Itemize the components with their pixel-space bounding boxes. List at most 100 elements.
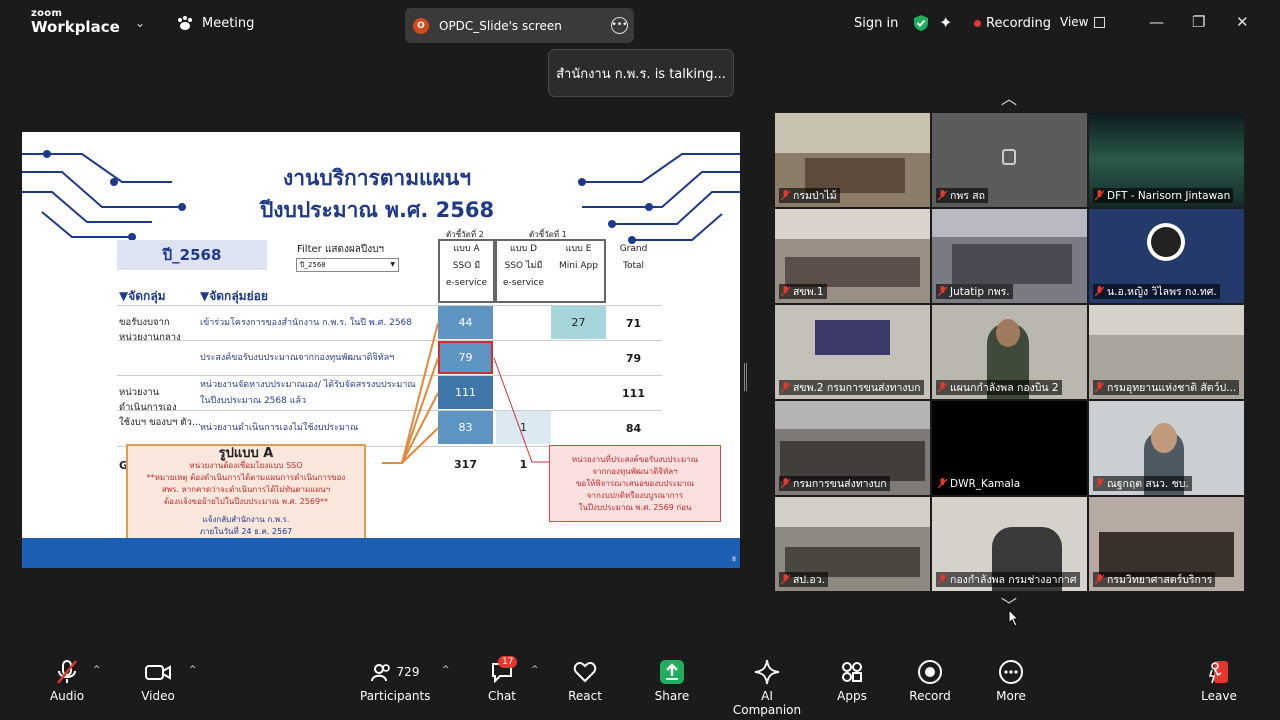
- participant-tile[interactable]: กรมป่าไม้: [775, 113, 930, 207]
- participant-name: น.อ.หญิง วิไลพร กง.ทศ.: [1107, 286, 1217, 298]
- participant-name-tag: แผนกกำลังพล กองบิน 2: [936, 380, 1062, 395]
- participant-name: สขพ.1: [793, 286, 824, 298]
- top-bar: zoom Workplace ⌄ Meeting O OPDC_Slide's …: [0, 0, 1280, 50]
- mic-muted-icon: [780, 190, 791, 201]
- apps-label: Apps: [837, 689, 867, 703]
- participant-tile[interactable]: สป.อว.: [775, 497, 930, 591]
- ai-sparkle-icon[interactable]: ✦: [939, 13, 952, 32]
- shared-screen-label: OPDC_Slide's screen: [439, 18, 562, 33]
- participant-name-tag: สขพ.1: [779, 284, 827, 299]
- mic-muted-icon: [1094, 478, 1105, 489]
- ai-companion-button[interactable]: AI Companion: [726, 658, 808, 717]
- more-button[interactable]: More: [991, 658, 1031, 703]
- mouse-cursor-icon: [1008, 609, 1020, 627]
- participant-name-tag: สป.อว.: [779, 572, 828, 587]
- meeting-button[interactable]: Meeting: [176, 15, 254, 31]
- participant-tile[interactable]: กองกำลังพล กรมช่างอากาศ: [932, 497, 1087, 591]
- more-label: More: [996, 689, 1026, 703]
- participant-tile[interactable]: Jutatip กพร.: [932, 209, 1087, 303]
- paw-icon: [178, 16, 192, 30]
- participant-tile[interactable]: กรมอุทยานแห่งชาติ สัตว์ป...: [1089, 305, 1244, 399]
- participant-tile[interactable]: แผนกกำลังพล กองบิน 2: [932, 305, 1087, 399]
- participants-icon: 729: [360, 658, 430, 686]
- apps-icon: [832, 658, 872, 686]
- mic-muted-icon: [1094, 382, 1105, 393]
- record-button[interactable]: Record: [908, 658, 952, 703]
- participant-tile[interactable]: น.อ.หญิง วิไลพร กง.ทศ.: [1089, 209, 1244, 303]
- share-button[interactable]: Share: [652, 658, 692, 703]
- participant-name: สป.อว.: [793, 574, 825, 586]
- mic-muted-icon: [780, 574, 791, 585]
- apps-button[interactable]: Apps: [832, 658, 872, 703]
- participant-name: กองกำลังพล กรมช่างอากาศ: [950, 574, 1077, 586]
- react-label: React: [568, 689, 602, 703]
- participant-tile[interactable]: กพร สถ: [932, 113, 1087, 207]
- participants-options-caret-icon[interactable]: ^: [442, 665, 450, 675]
- callout-a-title: รูปแบบ A: [218, 446, 274, 461]
- mic-muted-icon: [937, 286, 948, 297]
- participant-name: กรมการขนส่งทางบก: [793, 478, 887, 490]
- participant-name-tag: Jutatip กพร.: [936, 284, 1013, 299]
- mic-muted-icon: [46, 658, 88, 686]
- meeting-controls: Audio ^ Video ^ 729 Participants ^ 17 Ch…: [0, 648, 1280, 720]
- participant-name: แผนกกำลังพล กองบิน 2: [950, 382, 1059, 394]
- callout-b-line: ในปีงบประมาณ พ.ศ. 2569 ก่อน: [578, 503, 692, 512]
- callout-a-line: **หมายเหตุ ต้องดำเนินการได้ตามแผนการดำเน…: [146, 473, 346, 482]
- split-resize-handle[interactable]: [744, 363, 747, 391]
- mic-muted-icon: [937, 574, 948, 585]
- powerpoint-icon: O: [413, 17, 429, 34]
- close-icon[interactable]: ✕: [1236, 13, 1249, 31]
- participant-name-tag: DWR_Kamala: [936, 476, 1023, 491]
- chat-label: Chat: [487, 689, 517, 703]
- gallery-up-chevron-icon[interactable]: ︿: [1001, 85, 1017, 109]
- more-options-icon[interactable]: •••: [611, 17, 628, 34]
- avatar-placeholder-icon: [1002, 149, 1016, 165]
- participant-name: ณฐกฤต สนว. ชบ.: [1107, 478, 1189, 490]
- chat-button[interactable]: 17 Chat: [484, 656, 520, 703]
- recording-indicator[interactable]: Recording: [974, 16, 1051, 31]
- video-options-caret-icon[interactable]: ^: [189, 665, 197, 675]
- participants-label: Participants: [360, 689, 431, 703]
- audio-options-caret-icon[interactable]: ^: [93, 665, 101, 675]
- audio-label: Audio: [49, 689, 85, 703]
- shield-check-icon[interactable]: [913, 14, 929, 32]
- participant-name: กพร สถ: [950, 190, 986, 202]
- react-button[interactable]: React: [565, 658, 605, 703]
- participants-button[interactable]: 729 Participants: [360, 658, 431, 703]
- grid-view-icon: [1094, 16, 1106, 28]
- participant-name: Jutatip กพร.: [950, 286, 1010, 298]
- participant-tile[interactable]: กรมการขนส่งทางบก: [775, 401, 930, 495]
- callout-b-line: จากกองทุนพัฒนาดิจิทัลฯ: [592, 467, 678, 476]
- participant-name: DFT - Narisorn Jintawan: [1107, 189, 1231, 202]
- participant-tile[interactable]: สขพ.2 กรมการขนส่งทางบก: [775, 305, 930, 399]
- chat-options-caret-icon[interactable]: ^: [531, 665, 539, 675]
- chevron-down-icon[interactable]: ⌄: [135, 16, 145, 30]
- participant-name-tag: กองกำลังพล กรมช่างอากาศ: [936, 572, 1080, 587]
- participant-name-tag: ณฐกฤต สนว. ชบ.: [1093, 476, 1192, 491]
- minimize-icon[interactable]: —: [1149, 13, 1164, 31]
- restore-icon[interactable]: ❐: [1192, 13, 1205, 31]
- shared-screen-pill[interactable]: O OPDC_Slide's screen •••: [405, 8, 634, 43]
- callout-a-line: ต้องแจ้งขอย้ายไปในปีงบประมาณ พ.ศ. 2569**: [163, 497, 329, 506]
- participant-tile[interactable]: DFT - Narisorn Jintawan: [1089, 113, 1244, 207]
- audio-button[interactable]: Audio: [46, 658, 88, 703]
- view-button[interactable]: View: [1060, 15, 1106, 29]
- participant-tile[interactable]: สขพ.1: [775, 209, 930, 303]
- share-label: Share: [654, 689, 690, 703]
- mic-muted-icon: [937, 478, 948, 489]
- leave-button[interactable]: Leave: [1198, 658, 1240, 703]
- leave-label: Leave: [1201, 689, 1237, 703]
- video-camera-icon: [137, 658, 179, 686]
- participant-tile[interactable]: DWR_Kamala: [932, 401, 1087, 495]
- mic-muted-icon: [1094, 574, 1105, 585]
- participant-tile[interactable]: กรมวิทยาศาสตร์บริการ: [1089, 497, 1244, 591]
- view-label: View: [1060, 15, 1089, 29]
- callout-b-line: หน่วยงานที่ประสงค์ขอรับงบประมาณ: [571, 455, 699, 464]
- callout-pattern-a: รูปแบบ A หน่วยงานต้องเชื่อมโยงแบบ SSO **…: [126, 444, 366, 552]
- video-button[interactable]: Video: [137, 658, 179, 703]
- video-label: Video: [141, 689, 175, 703]
- participant-gallery: กรมป่าไม้ กพร สถ DFT - Narisorn Jintawan…: [775, 113, 1244, 591]
- participants-count: 729: [396, 665, 420, 679]
- participant-tile[interactable]: ณฐกฤต สนว. ชบ.: [1089, 401, 1244, 495]
- sign-in-button[interactable]: Sign in: [854, 16, 898, 31]
